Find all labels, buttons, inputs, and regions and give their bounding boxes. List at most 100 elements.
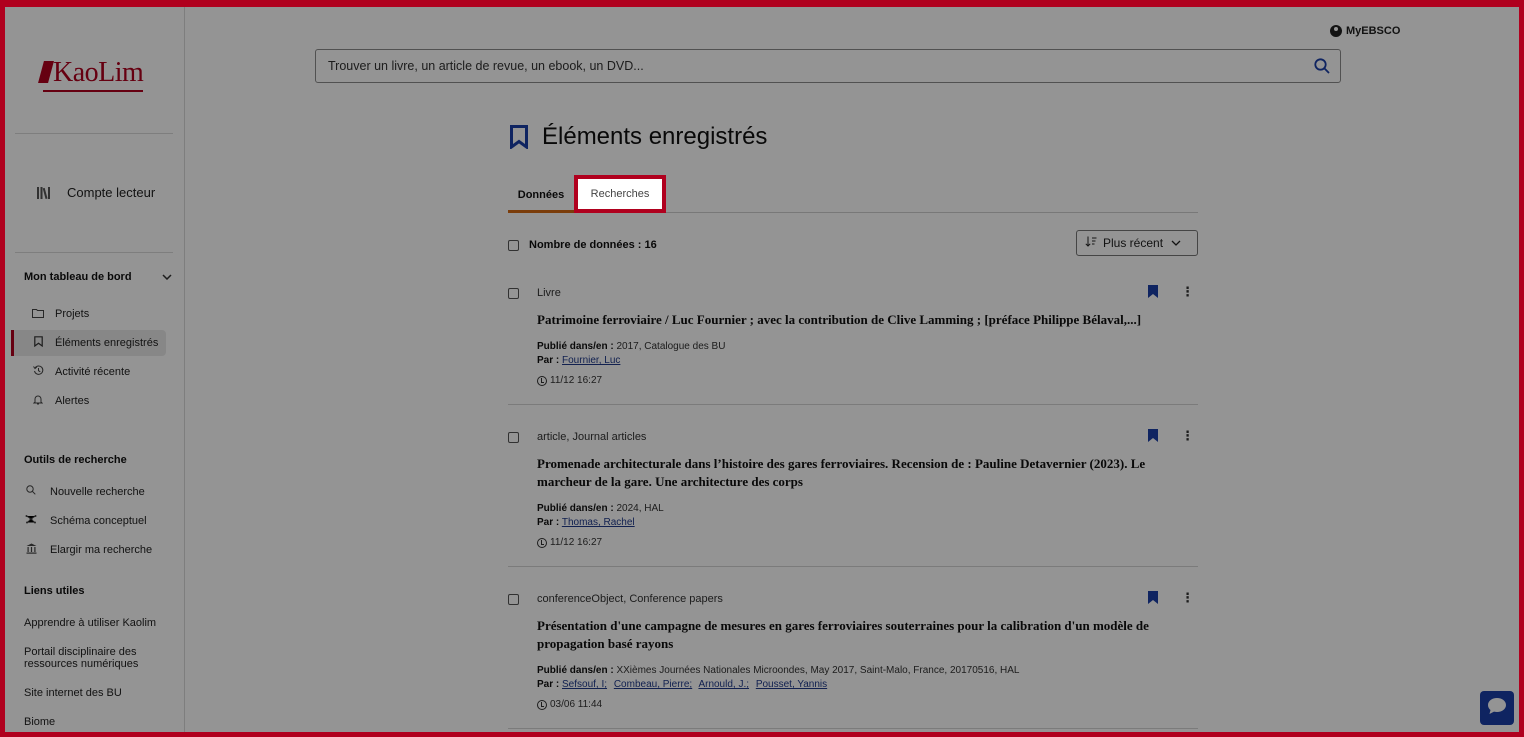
tab-donnees[interactable]: Données — [508, 179, 574, 213]
author-link[interactable]: Thomas, Rachel — [562, 517, 635, 528]
search-bar — [315, 49, 1341, 83]
bookmark-filled-icon[interactable] — [1148, 285, 1158, 298]
sidebar-item-label: Activité récente — [55, 366, 131, 378]
result-type: Livre — [537, 287, 561, 299]
sort-label: Plus récent — [1103, 236, 1164, 250]
select-all-checkbox[interactable] — [508, 239, 519, 251]
chat-button[interactable] — [1480, 691, 1514, 725]
links-title: Liens utiles — [24, 585, 85, 597]
sort-icon — [1085, 236, 1097, 250]
result-published: Publié dans/en : XXièmes Journées Nation… — [537, 664, 1019, 678]
bell-icon — [31, 394, 45, 408]
myebsco-link[interactable]: MyEBSCO — [1330, 25, 1400, 37]
books-icon — [37, 186, 51, 199]
result-checkbox[interactable] — [508, 287, 519, 299]
result-title[interactable]: Présentation d'une campagne de mesures e… — [537, 617, 1192, 653]
result-authors: Par : Fournier, Luc — [537, 354, 624, 368]
author-link[interactable]: Pousset, Yannis — [756, 679, 827, 690]
bookmark-icon — [31, 336, 45, 350]
result-time: 11/12 16:27 — [537, 537, 602, 548]
logo[interactable]: KaoLim — [38, 57, 144, 92]
tools-title: Outils de recherche — [24, 454, 127, 466]
result-type-row: conferenceObject, Conference papers — [508, 593, 723, 605]
result-time: 11/12 16:27 — [537, 375, 602, 386]
history-icon — [31, 365, 45, 379]
more-options-icon[interactable]: ⋮ — [1181, 428, 1194, 444]
tab-recherches[interactable]: Recherches — [574, 175, 666, 213]
logo-underline — [43, 90, 144, 92]
author-link[interactable]: Sefsouf, I; — [562, 679, 607, 690]
result-title[interactable]: Promenade architecturale dans l’histoire… — [537, 455, 1192, 491]
logo-text: KaoLim — [53, 57, 144, 88]
page-title: Éléments enregistrés — [510, 123, 767, 151]
account-link[interactable]: Compte lecteur — [37, 185, 155, 200]
tool-concept-map[interactable]: Schéma conceptuel — [24, 514, 147, 527]
result-authors: Par : Thomas, Rachel — [537, 516, 639, 530]
published-label: Publié dans/en : — [537, 503, 614, 514]
link-learn-kaolim[interactable]: Apprendre à utiliser Kaolim — [24, 617, 164, 629]
tool-expand-search[interactable]: Elargir ma recherche — [24, 543, 152, 557]
result-type: article, Journal articles — [537, 431, 647, 443]
concept-map-icon — [24, 514, 38, 527]
published-label: Publié dans/en : — [537, 341, 614, 352]
clock-icon — [537, 699, 547, 710]
link-bu-website[interactable]: Site internet des BU — [24, 687, 164, 699]
myebsco-label: MyEBSCO — [1346, 25, 1401, 37]
link-portal[interactable]: Portail disciplinaire des ressources num… — [24, 646, 164, 670]
sidebar-item-label: Projets — [55, 308, 90, 320]
tool-label: Schéma conceptuel — [50, 514, 147, 527]
bookmark-icon — [510, 125, 528, 150]
link-biome[interactable]: Biome — [24, 716, 164, 728]
result-time: 03/06 11:44 — [537, 699, 602, 710]
published-value: XXièmes Journées Nationales Microondes, … — [616, 665, 1020, 676]
sidebar-item-label: Alertes — [55, 395, 90, 407]
bookmark-filled-icon[interactable] — [1148, 591, 1158, 604]
chevron-down-icon — [1171, 238, 1181, 249]
result-type-row: article, Journal articles — [508, 431, 646, 443]
clock-icon — [537, 537, 547, 548]
result-title[interactable]: Patrimoine ferroviaire / Luc Fournier ; … — [537, 311, 1192, 329]
folder-icon — [31, 308, 45, 321]
chevron-down-icon[interactable] — [162, 272, 172, 283]
author-link[interactable]: Fournier, Luc — [562, 355, 620, 366]
page-title-text: Éléments enregistrés — [542, 123, 768, 150]
published-value: 2017, Catalogue des BU — [616, 341, 726, 352]
search-icon[interactable] — [1314, 58, 1330, 74]
by-label: Par : — [537, 679, 560, 690]
sidebar-item-recent-activity[interactable]: Activité récente — [11, 359, 166, 385]
count-label: Nombre de données : 16 — [529, 239, 657, 251]
sidebar-item-alerts[interactable]: Alertes — [11, 388, 166, 414]
result-checkbox[interactable] — [508, 431, 519, 443]
by-label: Par : — [537, 517, 560, 528]
logo-mark — [38, 61, 54, 83]
search-icon — [24, 485, 38, 498]
result-separator — [508, 566, 1198, 567]
chat-icon — [1487, 697, 1507, 720]
time-value: 03/06 11:44 — [550, 699, 603, 710]
author-link[interactable]: Arnould, J.; — [698, 679, 749, 690]
tool-label: Nouvelle recherche — [50, 485, 145, 498]
sort-dropdown[interactable]: Plus récent — [1076, 230, 1198, 256]
search-input[interactable] — [316, 50, 1296, 82]
dashboard-title: Mon tableau de bord — [24, 271, 132, 283]
time-value: 11/12 16:27 — [550, 375, 603, 386]
library-icon — [24, 543, 38, 557]
tool-new-search[interactable]: Nouvelle recherche — [24, 485, 145, 498]
result-published: Publié dans/en : 2017, Catalogue des BU — [537, 340, 725, 354]
result-checkbox[interactable] — [508, 593, 519, 605]
author-link[interactable]: Combeau, Pierre; — [614, 679, 692, 690]
result-separator — [508, 728, 1198, 729]
more-options-icon[interactable]: ⋮ — [1181, 590, 1194, 606]
published-label: Publié dans/en : — [537, 665, 614, 676]
result-separator — [508, 404, 1198, 405]
more-options-icon[interactable]: ⋮ — [1181, 284, 1194, 300]
user-icon — [1330, 25, 1342, 37]
time-value: 11/12 16:27 — [550, 537, 603, 548]
bookmark-filled-icon[interactable] — [1148, 429, 1158, 442]
published-value: 2024, HAL — [616, 503, 664, 514]
account-label: Compte lecteur — [67, 185, 156, 200]
sidebar-item-saved[interactable]: Éléments enregistrés — [11, 330, 166, 356]
select-all-row: Nombre de données : 16 — [508, 239, 657, 251]
result-type-row: Livre — [508, 287, 561, 299]
sidebar-item-projets[interactable]: Projets — [11, 301, 166, 327]
